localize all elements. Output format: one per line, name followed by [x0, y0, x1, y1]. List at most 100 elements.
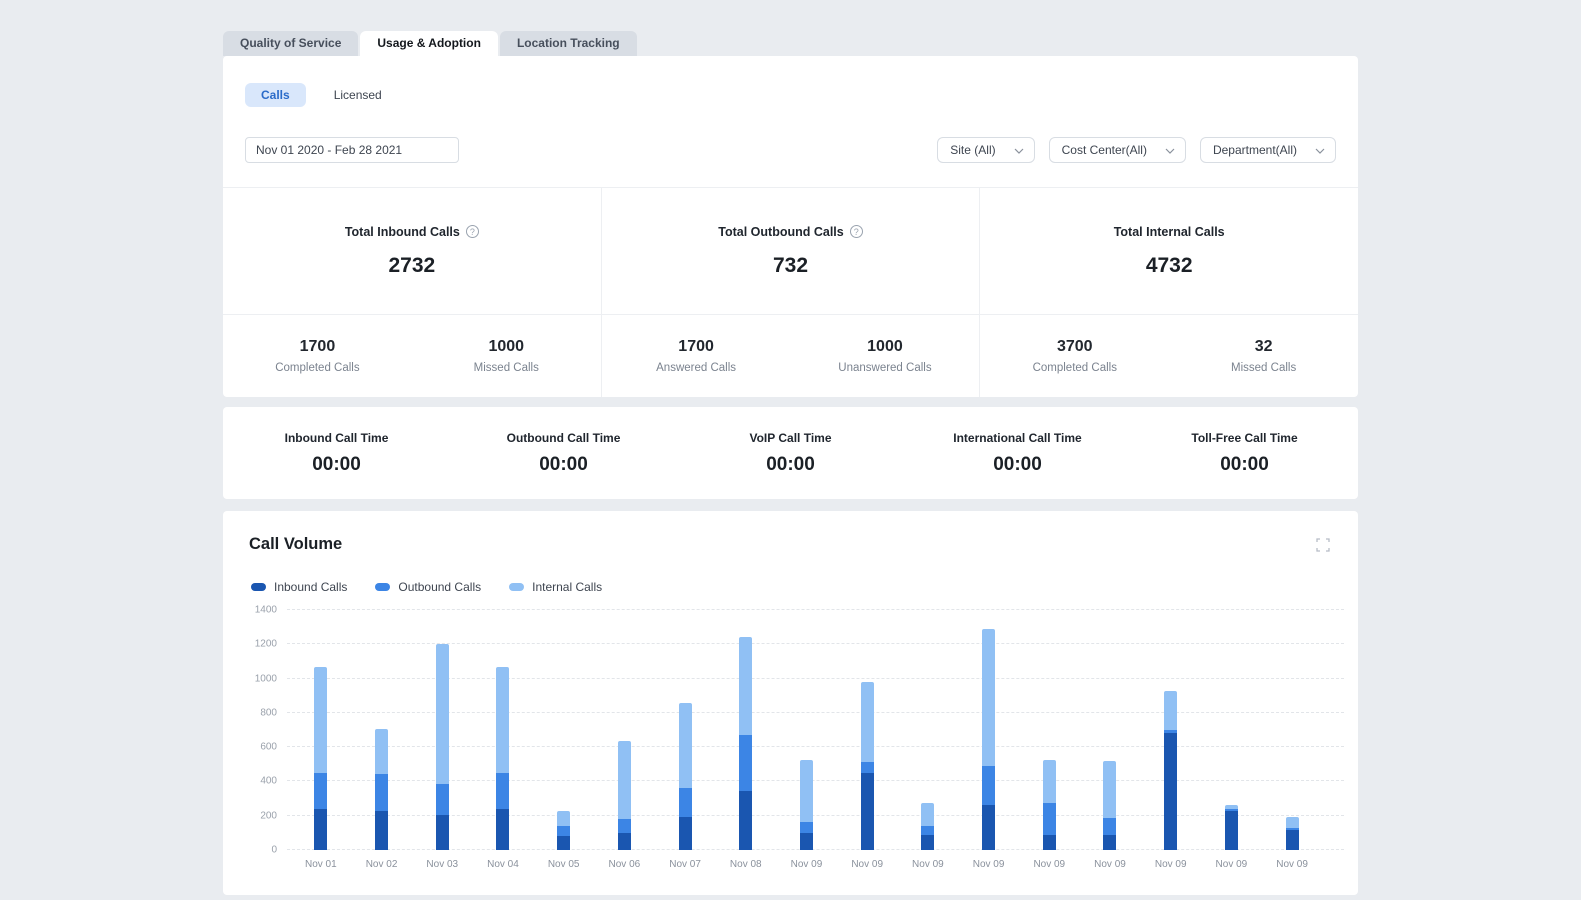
bar-segment-outbound-calls — [1103, 818, 1116, 834]
date-range-input[interactable] — [245, 137, 459, 163]
call-time-panel: Inbound Call Time 00:00 Outbound Call Ti… — [223, 407, 1358, 499]
substat-value: 32 — [1255, 338, 1273, 356]
bar-column: Nov 01 — [305, 610, 337, 870]
call-time-title: Toll-Free Call Time — [1191, 431, 1297, 445]
substat-label: Completed Calls — [275, 362, 359, 374]
stacked-bar — [375, 610, 388, 850]
outbound-substats: 1700 Answered Calls 1000 Unanswered Call… — [602, 314, 980, 397]
bar-segment-internal-calls — [679, 703, 692, 788]
call-volume-header: Call Volume — [249, 535, 1332, 554]
department-dropdown-value: Department(All) — [1213, 143, 1297, 157]
bar-column: Nov 09 — [851, 610, 883, 870]
fullscreen-expand-icon[interactable] — [1314, 536, 1332, 554]
outbound-stats-column: Total Outbound Calls ? 732 1700 Answered… — [601, 188, 980, 397]
outbound-unanswered: 1000 Unanswered Calls — [791, 315, 980, 397]
department-dropdown[interactable]: Department(All) — [1200, 137, 1336, 163]
subtab-calls[interactable]: Calls — [245, 83, 306, 107]
x-axis-label: Nov 09 — [791, 859, 823, 870]
site-dropdown[interactable]: Site (All) — [937, 137, 1034, 163]
inbound-stats-column: Total Inbound Calls ? 2732 1700 Complete… — [223, 188, 601, 397]
y-axis-tick-label: 1000 — [255, 673, 277, 684]
bar-column: Nov 09 — [1033, 610, 1065, 870]
call-volume-title: Call Volume — [249, 535, 342, 554]
call-time-title: Inbound Call Time — [285, 431, 389, 445]
stacked-bar — [921, 610, 934, 850]
bar-segment-internal-calls — [496, 667, 509, 773]
bar-segment-inbound-calls — [739, 791, 752, 850]
bar-segment-inbound-calls — [436, 815, 449, 850]
internal-total-title: Total Internal Calls — [1114, 225, 1225, 239]
stacked-bar — [1225, 610, 1238, 850]
bar-segment-internal-calls — [436, 644, 449, 784]
call-volume-panel: Call Volume Inbound CallsOutbound CallsI… — [223, 511, 1358, 895]
bar-segment-outbound-calls — [314, 773, 327, 809]
outbound-answered: 1700 Answered Calls — [602, 315, 791, 397]
tab-location-tracking[interactable]: Location Tracking — [500, 31, 637, 56]
bar-area — [1286, 610, 1299, 850]
substat-label: Answered Calls — [656, 362, 736, 374]
stacked-bar — [1103, 610, 1116, 850]
call-time-value: 00:00 — [539, 454, 588, 476]
tab-bar: Quality of Service Usage & Adoption Loca… — [223, 31, 1358, 56]
stacked-bar — [314, 610, 327, 850]
stacked-bar — [861, 610, 874, 850]
outbound-total: Total Outbound Calls ? 732 — [602, 188, 980, 314]
legend-item-outbound-calls[interactable]: Outbound Calls — [375, 580, 481, 594]
bar-area — [861, 610, 874, 850]
legend-item-internal-calls[interactable]: Internal Calls — [509, 580, 602, 594]
bar-column: Nov 09 — [791, 610, 823, 870]
bar-segment-inbound-calls — [1043, 835, 1056, 850]
bar-segment-internal-calls — [800, 760, 813, 822]
bar-segment-internal-calls — [982, 629, 995, 766]
inbound-total-title: Total Inbound Calls ? — [345, 225, 479, 239]
x-axis-label: Nov 04 — [487, 859, 519, 870]
inbound-completed: 1700 Completed Calls — [223, 315, 412, 397]
tab-usage-adoption[interactable]: Usage & Adoption — [360, 31, 498, 56]
chart-legend: Inbound Calls Outbound Calls Internal Call… — [251, 580, 1332, 594]
legend-dot — [251, 583, 266, 591]
call-time-title: Outbound Call Time — [507, 431, 621, 445]
x-axis-label: Nov 09 — [1033, 859, 1065, 870]
x-axis-label: Nov 09 — [851, 859, 883, 870]
bar-segment-internal-calls — [861, 682, 874, 762]
substat-value: 1000 — [488, 338, 524, 356]
x-axis-label: Nov 02 — [366, 859, 398, 870]
voip-call-time: VoIP Call Time 00:00 — [677, 407, 904, 499]
bar-segment-internal-calls — [1286, 817, 1299, 827]
info-icon[interactable]: ? — [466, 225, 479, 238]
stacked-bar — [1286, 610, 1299, 850]
substat-label: Unanswered Calls — [838, 362, 931, 374]
bar-segment-internal-calls — [1103, 761, 1116, 818]
inbound-total-value: 2732 — [388, 254, 435, 278]
subtab-licensed[interactable]: Licensed — [318, 83, 398, 107]
x-axis-label: Nov 07 — [669, 859, 701, 870]
bar-segment-outbound-calls — [739, 735, 752, 791]
internal-total: Total Internal Calls 4732 — [980, 188, 1358, 314]
bar-segment-internal-calls — [921, 803, 934, 826]
stat-title-text: Total Outbound Calls — [718, 225, 843, 239]
bar-segment-outbound-calls — [921, 826, 934, 835]
substat-value: 3700 — [1057, 338, 1093, 356]
y-axis-tick-label: 600 — [260, 742, 277, 753]
y-axis-tick-label: 800 — [260, 707, 277, 718]
info-icon[interactable]: ? — [850, 225, 863, 238]
stacked-bar — [436, 610, 449, 850]
bar-segment-inbound-calls — [679, 817, 692, 850]
bar-segment-internal-calls — [739, 637, 752, 735]
bar-segment-outbound-calls — [679, 788, 692, 817]
internal-completed: 3700 Completed Calls — [980, 315, 1169, 397]
tab-quality-of-service[interactable]: Quality of Service — [223, 31, 358, 56]
bar-segment-inbound-calls — [618, 833, 631, 850]
bar-area — [679, 610, 692, 850]
bar-segment-outbound-calls — [436, 784, 449, 815]
bar-segment-outbound-calls — [982, 766, 995, 805]
bar-segment-outbound-calls — [618, 819, 631, 833]
legend-item-inbound-calls[interactable]: Inbound Calls — [251, 580, 347, 594]
bar-area — [314, 610, 327, 850]
cost-center-dropdown[interactable]: Cost Center(All) — [1049, 137, 1186, 163]
chart-bars: Nov 01Nov 02Nov 03Nov 04Nov 05Nov 06Nov … — [287, 610, 1332, 870]
bar-segment-inbound-calls — [800, 833, 813, 850]
dashboard-page: Quality of Service Usage & Adoption Loca… — [223, 0, 1358, 895]
bar-segment-outbound-calls — [557, 826, 570, 836]
stacked-bar — [557, 610, 570, 850]
